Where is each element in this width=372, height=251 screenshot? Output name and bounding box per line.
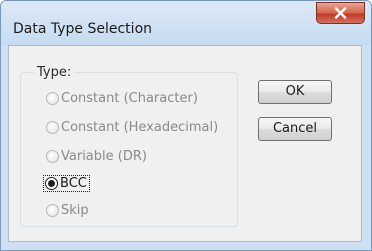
title-bar[interactable]: Data Type Selection [1,1,371,45]
ok-button[interactable]: OK [258,80,332,104]
close-button[interactable] [316,2,365,24]
radio-label: Skip [61,202,89,218]
radio-button[interactable] [46,203,59,217]
radio-skip[interactable]: Skip [46,200,89,220]
radio-label: Constant (Character) [61,90,198,106]
close-icon [334,7,347,19]
radio-label: Constant (Hexadecimal) [61,119,219,135]
radio-label: BCC [60,175,87,191]
radio-button-selected[interactable] [45,176,58,190]
cancel-button[interactable]: Cancel [258,117,332,141]
type-group-label: Type: [34,65,75,80]
radio-variable-dr[interactable]: Variable (DR) [46,146,147,166]
radio-button[interactable] [46,149,59,163]
radio-constant-hexadecimal[interactable]: Constant (Hexadecimal) [46,117,218,137]
radio-button[interactable] [46,120,59,134]
radio-bcc[interactable]: BCC [43,173,90,193]
radio-label: Variable (DR) [61,148,147,164]
focus-rectangle: BCC [43,174,90,192]
window-title: Data Type Selection [13,21,153,37]
radio-button[interactable] [46,91,59,105]
radio-constant-character[interactable]: Constant (Character) [46,88,198,108]
